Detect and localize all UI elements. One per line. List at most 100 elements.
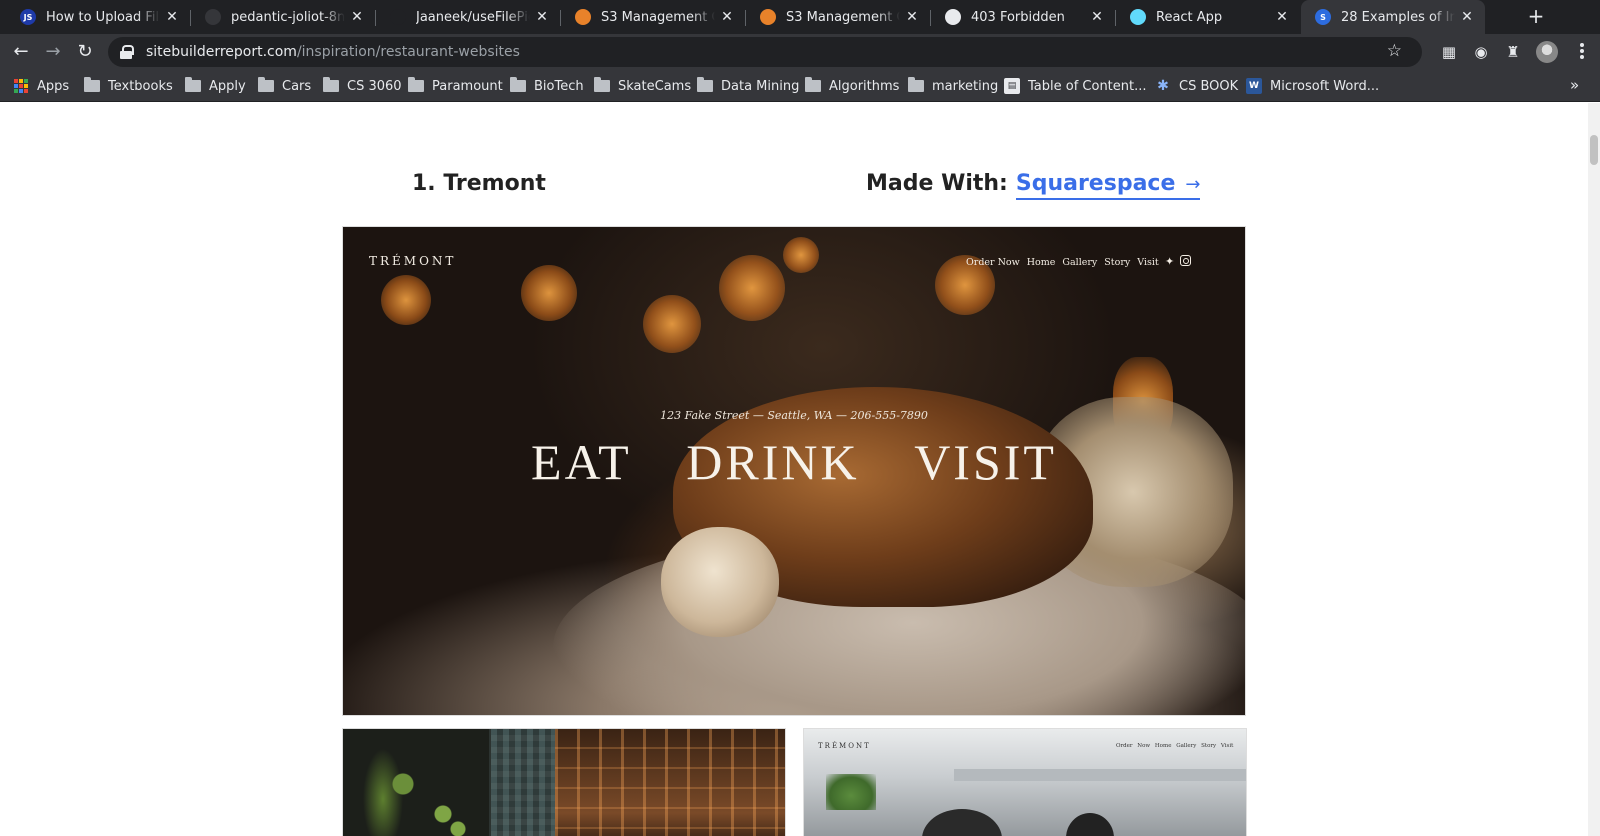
bookmark-item[interactable]: Apply	[185, 70, 246, 102]
bookmark-item[interactable]: Cars	[258, 70, 311, 102]
bokeh-light	[381, 275, 431, 325]
browser-tab[interactable]: S3 Management Cons✕	[746, 0, 930, 34]
page-scrollbar[interactable]	[1588, 103, 1600, 836]
bookmark-item[interactable]: Apps	[14, 70, 69, 102]
cast-icon[interactable]: ▦	[1439, 42, 1459, 62]
bookmark-item[interactable]: Data Mining	[697, 70, 799, 102]
back-arrow-icon[interactable]: ←	[9, 40, 33, 64]
bookmark-label: Cars	[282, 78, 312, 94]
bookmark-item[interactable]: BioTech	[510, 70, 584, 102]
chef-shape	[1066, 813, 1114, 836]
bar-interior-shape	[555, 729, 785, 836]
bookmark-star-icon[interactable]: ☆	[1387, 41, 1402, 61]
tremont-hero-screenshot[interactable]: TRÉMONT Order Now Home Gallery Story Vis…	[342, 226, 1246, 716]
folder-icon	[697, 77, 713, 92]
bookmark-label: Apps	[37, 78, 70, 94]
bookmark-item[interactable]: Textbooks	[84, 70, 173, 102]
bookmarks-bar: » Apps Textbooks Apply Cars CS 3060 Paramount…	[0, 70, 1600, 102]
tab-separator	[190, 10, 191, 26]
card-nav: Order Now Home Gallery Story Visit	[1116, 743, 1234, 749]
browser-tab[interactable]: S 28 Examples of Inspi✕	[1301, 0, 1485, 34]
bookmark-label: marketing	[932, 78, 999, 94]
twitter-icon: ✦	[1165, 255, 1175, 268]
folder-icon	[84, 77, 100, 92]
tab-favicon-icon: JS	[20, 9, 36, 25]
folder-icon	[510, 77, 526, 92]
asterisk-icon: ✱	[1157, 78, 1169, 94]
tremont-gallery-screenshot-left[interactable]	[342, 728, 786, 836]
hero-social-icons: ✦	[1165, 255, 1192, 268]
hero-nav-home: Home	[1026, 257, 1056, 268]
browser-tab[interactable]: 403 Forbidden ✕	[931, 0, 1115, 34]
browser-tab[interactable]: pedantic-joliot-8nkn7✕	[191, 0, 375, 34]
url-text: sitebuilderreport.com/inspiration/restau…	[146, 44, 520, 60]
bookmark-item[interactable]: ✱ CS BOOK	[1155, 70, 1238, 102]
scrollbar-thumb[interactable]	[1590, 135, 1598, 165]
tab-favicon-icon	[575, 9, 591, 25]
tab-close-icon[interactable]: ✕	[1459, 9, 1475, 25]
bookmark-item[interactable]: CS 3060	[323, 70, 402, 102]
bookmark-item[interactable]: marketing	[908, 70, 998, 102]
browser-tab[interactable]: S3 Management Cons✕	[561, 0, 745, 34]
extensions-puzzle-icon[interactable]: ♜	[1503, 42, 1523, 62]
tab-separator	[745, 10, 746, 26]
bookmark-label: Microsoft Word...	[1270, 78, 1380, 94]
builder-link-label: Squarespace	[1015, 171, 1176, 196]
bookmark-item[interactable]: W Microsoft Word...	[1246, 70, 1379, 102]
builder-link[interactable]: Squarespace →	[1015, 171, 1201, 200]
tab-title: 28 Examples of Inspi	[1341, 9, 1455, 25]
hero-nav: Order Now Home Gallery Story Visit	[966, 257, 1159, 268]
bookmark-item[interactable]: SkateCams	[594, 70, 691, 102]
tab-favicon-icon	[1130, 9, 1146, 25]
tab-close-icon[interactable]: ✕	[534, 9, 550, 25]
address-bar[interactable]: sitebuilderreport.com/inspiration/restau…	[108, 37, 1422, 67]
profile-avatar[interactable]	[1536, 41, 1558, 63]
tab-close-icon[interactable]: ✕	[164, 9, 180, 25]
chef-shape	[922, 809, 1002, 836]
target-extension-icon[interactable]: ◉	[1471, 42, 1491, 62]
tab-title: S3 Management Cons	[601, 9, 715, 25]
tab-close-icon[interactable]: ✕	[904, 9, 920, 25]
tab-title: S3 Management Cons	[786, 9, 900, 25]
browser-tab[interactable]: Jaaneek/useFilePicker✕	[376, 0, 560, 34]
browser-menu-icon[interactable]	[1572, 41, 1592, 63]
right-arrow-icon: →	[1185, 174, 1201, 195]
forward-arrow-icon[interactable]: →	[41, 40, 65, 64]
folder-icon	[258, 77, 274, 92]
tab-close-icon[interactable]: ✕	[1089, 9, 1105, 25]
hero-nav-gallery: Gallery	[1062, 257, 1098, 268]
tab-close-icon[interactable]: ✕	[1274, 9, 1290, 25]
tremont-gallery-screenshot-right[interactable]: TRÉMONT Order Now Home Gallery Story Vis…	[803, 728, 1247, 836]
roasted-garlic-shape	[661, 527, 779, 637]
browser-tab[interactable]: JS How to Upload Files✕	[6, 0, 190, 34]
instagram-icon	[1180, 255, 1192, 266]
bookmark-item[interactable]: ▤ Table of Content...	[1004, 70, 1147, 102]
folder-icon	[594, 77, 610, 92]
apps-grid-icon	[14, 79, 28, 93]
folder-icon	[185, 77, 201, 92]
tab-title: 403 Forbidden	[971, 9, 1065, 25]
tab-favicon-icon	[390, 9, 406, 25]
bookmark-label: Textbooks	[108, 78, 173, 94]
plant-shape	[826, 774, 876, 810]
hero-nav-visit: Visit	[1137, 257, 1159, 268]
tile-wall-shape	[491, 729, 555, 836]
bookmarks-overflow-chevron-icon[interactable]: »	[1570, 70, 1579, 102]
browser-tab[interactable]: React App ✕	[1116, 0, 1300, 34]
tab-close-icon[interactable]: ✕	[719, 9, 735, 25]
made-with-label: Made With:	[866, 171, 1008, 196]
page-content: 1. Tremont Made With: Squarespace → TRÉM…	[0, 103, 1588, 836]
tab-close-icon[interactable]: ✕	[349, 9, 365, 25]
word-icon: W	[1246, 78, 1262, 94]
reload-icon[interactable]: ↻	[73, 40, 97, 64]
bookmark-item[interactable]: Algorithms	[805, 70, 899, 102]
bookmark-item[interactable]: Paramount	[408, 70, 503, 102]
tab-separator	[375, 10, 376, 26]
bookmark-label: Paramount	[432, 78, 503, 94]
bokeh-light	[643, 295, 701, 353]
kitchen-hood-shape	[954, 769, 1246, 781]
hero-headline: EAT DRINK VISIT	[531, 434, 1057, 490]
folder-icon	[908, 77, 924, 92]
tab-favicon-icon	[760, 9, 776, 25]
new-tab-plus-icon[interactable]: +	[1524, 5, 1548, 29]
